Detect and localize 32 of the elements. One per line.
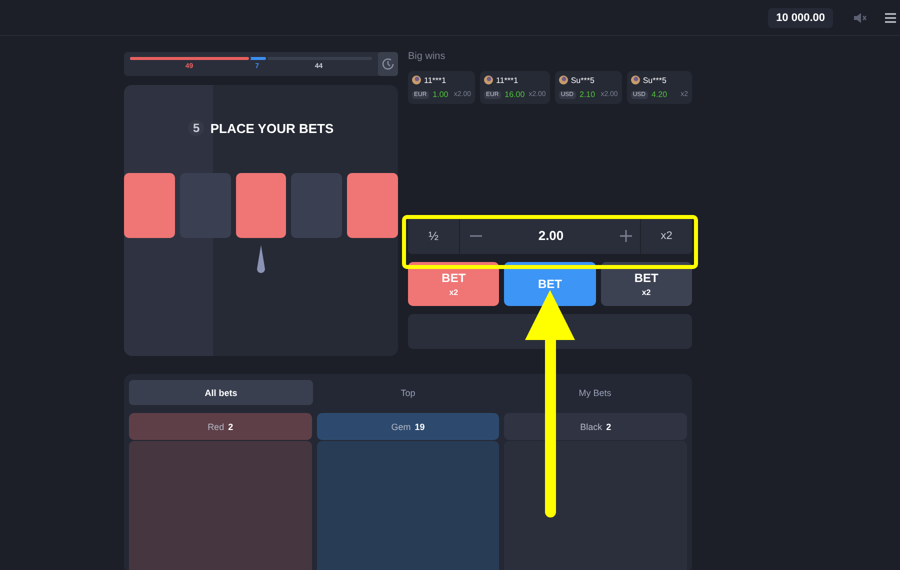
win-amount: 4.20 — [652, 90, 668, 99]
mute-icon[interactable] — [853, 12, 867, 24]
minus-icon[interactable] — [470, 234, 482, 236]
plus-icon[interactable] — [620, 230, 632, 242]
history-button[interactable] — [378, 52, 398, 76]
balance: 10 000.00 — [768, 8, 833, 28]
user-name: 11***1 — [496, 76, 518, 84]
round-status: PLACE YOUR BETS — [210, 120, 334, 136]
bets-tab[interactable]: My Bets — [503, 380, 687, 405]
pointer-icon — [256, 245, 266, 275]
menu-icon[interactable] — [885, 12, 896, 22]
win-amount: 1.00 — [432, 90, 448, 99]
bet-amount[interactable]: 2.00 — [538, 228, 564, 243]
user-name: Su***5 — [642, 76, 666, 84]
bets-tab[interactable]: All bets — [129, 380, 313, 405]
section-title: Big wins — [408, 51, 446, 62]
avatar-icon — [558, 75, 568, 85]
user-name: 11***1 — [424, 76, 446, 84]
bet-button[interactable]: BET x2 — [600, 262, 692, 306]
avatar-icon — [630, 75, 640, 85]
avatar-icon — [484, 75, 493, 85]
bet-column-header: Black 2 — [504, 413, 688, 440]
user-name: Su***5 — [570, 76, 594, 84]
avatar-icon — [412, 75, 421, 85]
bet-column-header: Red 2 — [129, 413, 312, 440]
bet-column-header: Gem 19 — [316, 413, 500, 440]
bets-tab[interactable]: Top — [316, 380, 500, 405]
win-amount: 2.10 — [580, 90, 596, 99]
double-button[interactable]: x2 — [640, 217, 692, 254]
half-button[interactable]: ½ — [408, 217, 460, 254]
clock-icon — [381, 57, 395, 71]
win-amount: 16.00 — [504, 90, 525, 99]
